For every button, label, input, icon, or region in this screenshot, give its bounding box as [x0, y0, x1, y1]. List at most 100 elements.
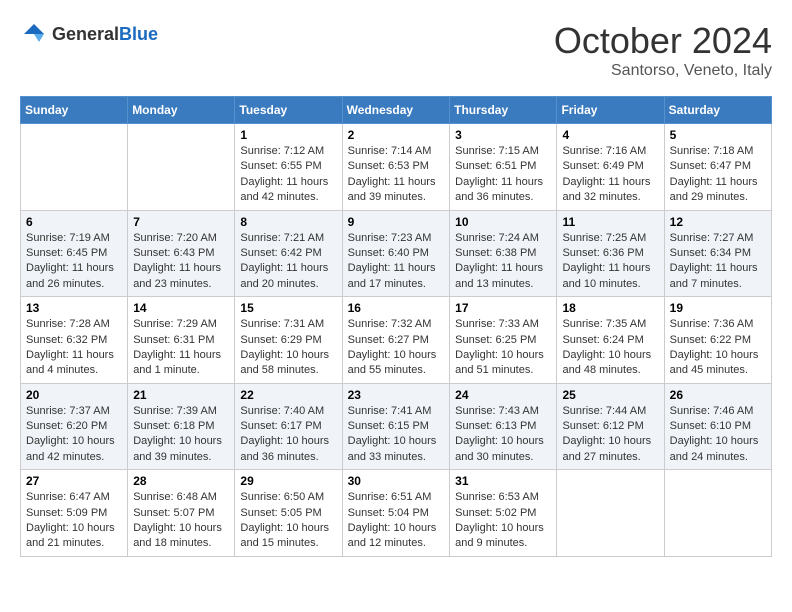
calendar-cell: 12 Sunrise: 7:27 AMSunset: 6:34 PMDayligh…	[664, 210, 771, 297]
calendar-cell: 7 Sunrise: 7:20 AMSunset: 6:43 PMDaylight…	[128, 210, 235, 297]
calendar-cell: 18 Sunrise: 7:35 AMSunset: 6:24 PMDayligh…	[557, 297, 664, 384]
day-info: Sunrise: 7:32 AMSunset: 6:27 PMDaylight:…	[348, 317, 445, 379]
calendar-cell: 14Sunrise: 7:29 AMSunset: 6:31 PMDayligh…	[128, 297, 235, 384]
day-info: Sunrise: 6:50 AMSunset: 5:05 PMDaylight:…	[240, 490, 336, 552]
calendar-cell: 22 Sunrise: 7:40 AMSunset: 6:17 PMDayligh…	[235, 383, 342, 470]
day-info: Sunrise: 7:15 AMSunset: 6:51 PMDaylight:…	[455, 144, 551, 206]
calendar-cell: 1 Sunrise: 7:12 AMSunset: 6:55 PMDaylight…	[235, 124, 342, 211]
day-number: 28	[133, 474, 229, 488]
calendar-cell: 30 Sunrise: 6:51 AMSunset: 5:04 PMDayligh…	[342, 470, 450, 557]
month-title: October 2024	[554, 20, 772, 62]
day-info: Sunrise: 7:14 AMSunset: 6:53 PMDaylight:…	[348, 144, 445, 206]
day-number: 29	[240, 474, 336, 488]
day-info: Sunrise: 7:37 AMSunset: 6:20 PMDaylight:…	[26, 404, 122, 466]
weekday-header: Monday	[128, 97, 235, 124]
day-number: 23	[348, 388, 445, 402]
calendar-cell: 2 Sunrise: 7:14 AMSunset: 6:53 PMDaylight…	[342, 124, 450, 211]
day-info: Sunrise: 7:44 AMSunset: 6:12 PMDaylight:…	[562, 404, 658, 466]
calendar-week-row: 6 Sunrise: 7:19 AMSunset: 6:45 PMDaylight…	[21, 210, 772, 297]
day-info: Sunrise: 7:36 AMSunset: 6:22 PMDaylight:…	[670, 317, 766, 379]
calendar-cell: 3Sunrise: 7:15 AMSunset: 6:51 PMDaylight…	[450, 124, 557, 211]
calendar-cell: 23Sunrise: 7:41 AMSunset: 6:15 PMDayligh…	[342, 383, 450, 470]
weekday-header: Saturday	[664, 97, 771, 124]
calendar-table: SundayMondayTuesdayWednesdayThursdayFrid…	[20, 96, 772, 557]
day-number: 7	[133, 215, 229, 229]
calendar-week-row: 27 Sunrise: 6:47 AMSunset: 5:09 PMDayligh…	[21, 470, 772, 557]
day-number: 15	[240, 301, 336, 315]
day-number: 27	[26, 474, 122, 488]
day-info: Sunrise: 7:16 AMSunset: 6:49 PMDaylight:…	[562, 144, 658, 206]
day-info: Sunrise: 7:21 AMSunset: 6:42 PMDaylight:…	[240, 231, 336, 293]
calendar-cell: 21Sunrise: 7:39 AMSunset: 6:18 PMDayligh…	[128, 383, 235, 470]
day-number: 22	[240, 388, 336, 402]
calendar-cell: 13 Sunrise: 7:28 AMSunset: 6:32 PMDayligh…	[21, 297, 128, 384]
day-info: Sunrise: 7:28 AMSunset: 6:32 PMDaylight:…	[26, 317, 122, 379]
day-number: 8	[240, 215, 336, 229]
day-number: 30	[348, 474, 445, 488]
day-info: Sunrise: 7:46 AMSunset: 6:10 PMDaylight:…	[670, 404, 766, 466]
day-number: 13	[26, 301, 122, 315]
day-number: 18	[562, 301, 658, 315]
logo-text: GeneralBlue	[52, 24, 158, 45]
logo-icon	[20, 20, 48, 48]
calendar-cell: 31 Sunrise: 6:53 AMSunset: 5:02 PMDayligh…	[450, 470, 557, 557]
day-info: Sunrise: 7:23 AMSunset: 6:40 PMDaylight:…	[348, 231, 445, 293]
calendar-cell: 10 Sunrise: 7:24 AMSunset: 6:38 PMDayligh…	[450, 210, 557, 297]
day-info: Sunrise: 7:33 AMSunset: 6:25 PMDaylight:…	[455, 317, 551, 379]
calendar-cell	[557, 470, 664, 557]
calendar-cell	[21, 124, 128, 211]
day-info: Sunrise: 7:35 AMSunset: 6:24 PMDaylight:…	[562, 317, 658, 379]
calendar-cell: 24Sunrise: 7:43 AMSunset: 6:13 PMDayligh…	[450, 383, 557, 470]
day-number: 9	[348, 215, 445, 229]
calendar-cell	[664, 470, 771, 557]
day-number: 5	[670, 128, 766, 142]
weekday-header: Thursday	[450, 97, 557, 124]
day-info: Sunrise: 6:53 AMSunset: 5:02 PMDaylight:…	[455, 490, 551, 552]
calendar-week-row: 1 Sunrise: 7:12 AMSunset: 6:55 PMDaylight…	[21, 124, 772, 211]
calendar-cell: 5Sunrise: 7:18 AMSunset: 6:47 PMDaylight…	[664, 124, 771, 211]
calendar-cell: 27 Sunrise: 6:47 AMSunset: 5:09 PMDayligh…	[21, 470, 128, 557]
day-number: 26	[670, 388, 766, 402]
calendar-cell: 19 Sunrise: 7:36 AMSunset: 6:22 PMDayligh…	[664, 297, 771, 384]
calendar-week-row: 20Sunrise: 7:37 AMSunset: 6:20 PMDayligh…	[21, 383, 772, 470]
logo-general: General	[52, 24, 119, 44]
day-number: 25	[562, 388, 658, 402]
day-number: 11	[562, 215, 658, 229]
day-number: 6	[26, 215, 122, 229]
day-info: Sunrise: 7:20 AMSunset: 6:43 PMDaylight:…	[133, 231, 229, 293]
calendar-cell: 16 Sunrise: 7:32 AMSunset: 6:27 PMDayligh…	[342, 297, 450, 384]
day-info: Sunrise: 7:43 AMSunset: 6:13 PMDaylight:…	[455, 404, 551, 466]
calendar-cell: 4 Sunrise: 7:16 AMSunset: 6:49 PMDaylight…	[557, 124, 664, 211]
day-number: 2	[348, 128, 445, 142]
calendar-cell: 29 Sunrise: 6:50 AMSunset: 5:05 PMDayligh…	[235, 470, 342, 557]
weekday-header: Tuesday	[235, 97, 342, 124]
weekday-header: Friday	[557, 97, 664, 124]
day-info: Sunrise: 6:47 AMSunset: 5:09 PMDaylight:…	[26, 490, 122, 552]
day-info: Sunrise: 7:40 AMSunset: 6:17 PMDaylight:…	[240, 404, 336, 466]
day-info: Sunrise: 7:27 AMSunset: 6:34 PMDaylight:…	[670, 231, 766, 293]
day-info: Sunrise: 7:24 AMSunset: 6:38 PMDaylight:…	[455, 231, 551, 293]
day-number: 12	[670, 215, 766, 229]
day-info: Sunrise: 7:19 AMSunset: 6:45 PMDaylight:…	[26, 231, 122, 293]
logo: GeneralBlue	[20, 20, 158, 48]
day-number: 4	[562, 128, 658, 142]
day-info: Sunrise: 6:48 AMSunset: 5:07 PMDaylight:…	[133, 490, 229, 552]
logo-blue: Blue	[119, 24, 158, 44]
day-number: 10	[455, 215, 551, 229]
calendar-week-row: 13 Sunrise: 7:28 AMSunset: 6:32 PMDayligh…	[21, 297, 772, 384]
day-number: 16	[348, 301, 445, 315]
calendar-cell: 9 Sunrise: 7:23 AMSunset: 6:40 PMDaylight…	[342, 210, 450, 297]
calendar-cell: 6 Sunrise: 7:19 AMSunset: 6:45 PMDaylight…	[21, 210, 128, 297]
day-info: Sunrise: 7:12 AMSunset: 6:55 PMDaylight:…	[240, 144, 336, 206]
title-block: October 2024 Santorso, Veneto, Italy	[554, 20, 772, 80]
calendar-cell	[128, 124, 235, 211]
weekday-header: Wednesday	[342, 97, 450, 124]
day-number: 1	[240, 128, 336, 142]
day-info: Sunrise: 7:31 AMSunset: 6:29 PMDaylight:…	[240, 317, 336, 379]
day-info: Sunrise: 6:51 AMSunset: 5:04 PMDaylight:…	[348, 490, 445, 552]
day-number: 19	[670, 301, 766, 315]
day-number: 31	[455, 474, 551, 488]
weekday-header: Sunday	[21, 97, 128, 124]
location-title: Santorso, Veneto, Italy	[554, 62, 772, 80]
calendar-cell: 11Sunrise: 7:25 AMSunset: 6:36 PMDayligh…	[557, 210, 664, 297]
